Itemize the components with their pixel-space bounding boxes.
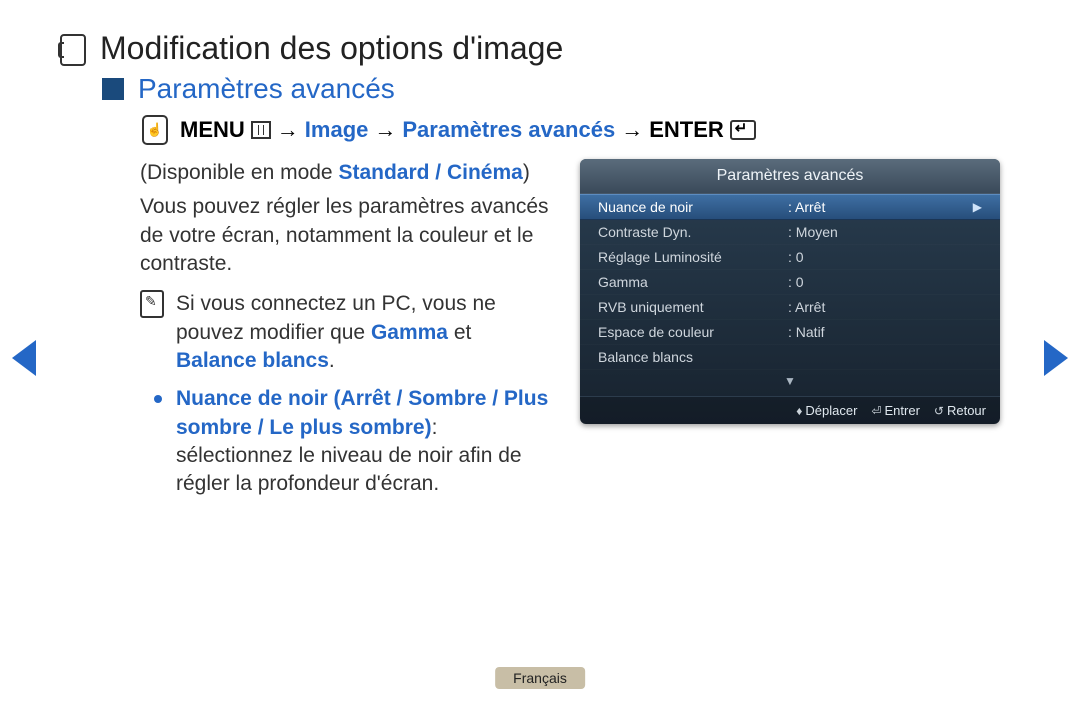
- osd-row-dyn-contrast[interactable]: Contraste Dyn. : Moyen: [580, 220, 1000, 245]
- manual-icon: [60, 34, 86, 66]
- mode-standard: Standard: [338, 161, 429, 184]
- option-description: Nuance de noir (Arrêt / Sombre / Plus so…: [176, 385, 550, 498]
- arrow-icon: →: [277, 117, 299, 143]
- osd-row-white-balance[interactable]: Balance blancs: [580, 345, 1000, 370]
- intro-paragraph: Vous pouvez régler les paramètres avancé…: [140, 193, 550, 278]
- arrow-icon: →: [374, 117, 396, 143]
- breadcrumb-image: Image: [305, 117, 369, 143]
- enter-glyph-icon: ⏎: [871, 404, 881, 418]
- option-title: Nuance de noir (Arrêt / Sombre / Plus so…: [176, 387, 548, 438]
- breadcrumb-advanced: Paramètres avancés: [402, 117, 615, 143]
- breadcrumb-menu: MENU: [180, 117, 245, 143]
- menu-button-icon: [251, 121, 271, 139]
- note-balance: Balance blancs: [176, 349, 329, 372]
- chevron-right-icon: ▶: [970, 200, 982, 214]
- osd-label: RVB uniquement: [598, 299, 788, 315]
- note-suffix: .: [329, 349, 335, 372]
- osd-footer: ♦Déplacer ⏎Entrer ↺Retour: [580, 396, 1000, 424]
- note-icon: [140, 290, 164, 318]
- option-text: sélectionnez le niveau de noir afin de r…: [176, 444, 522, 495]
- osd-value: : 0: [788, 274, 982, 290]
- section-bullet-icon: [102, 78, 124, 100]
- next-page-button[interactable]: [1044, 340, 1068, 376]
- osd-value: : Arrêt: [788, 299, 982, 315]
- breadcrumb-enter: ENTER: [649, 117, 724, 143]
- osd-label: Espace de couleur: [598, 324, 788, 340]
- osd-label: Contraste Dyn.: [598, 224, 788, 240]
- option-colon: :: [432, 416, 438, 439]
- updown-icon: ♦: [796, 404, 802, 418]
- enter-button-icon: [730, 120, 756, 140]
- osd-title: Paramètres avancés: [580, 159, 1000, 194]
- note-gamma: Gamma: [371, 321, 448, 344]
- section-subtitle: Paramètres avancés: [138, 73, 395, 105]
- scroll-down-icon[interactable]: ▼: [580, 370, 1000, 396]
- mode-cinema: Cinéma: [447, 161, 523, 184]
- osd-label: Nuance de noir: [598, 199, 788, 215]
- osd-label: Balance blancs: [598, 349, 788, 365]
- pc-note: Si vous connectez un PC, vous ne pouvez …: [176, 290, 550, 375]
- osd-row-gamma[interactable]: Gamma : 0: [580, 270, 1000, 295]
- footer-return: ↺Retour: [934, 403, 986, 418]
- arrow-icon: →: [621, 117, 643, 143]
- language-badge: Français: [495, 667, 585, 689]
- breadcrumb: ☝ MENU → Image → Paramètres avancés → EN…: [142, 115, 1000, 145]
- osd-row-brightness[interactable]: Réglage Luminosité : 0: [580, 245, 1000, 270]
- mode-availability: (Disponible en mode Standard / Cinéma): [140, 159, 550, 187]
- osd-value: : 0: [788, 249, 982, 265]
- footer-enter: ⏎Entrer: [871, 403, 919, 418]
- bullet-icon: [154, 395, 162, 403]
- mode-suffix: ): [523, 161, 530, 184]
- footer-move: ♦Déplacer: [796, 403, 857, 418]
- mode-sep: /: [429, 161, 447, 184]
- osd-value: : Arrêt: [788, 199, 970, 215]
- hand-icon: ☝: [142, 115, 168, 145]
- return-glyph-icon: ↺: [934, 404, 944, 418]
- mode-prefix: (Disponible en mode: [140, 161, 338, 184]
- note-join: et: [448, 321, 471, 344]
- osd-row-black-tone[interactable]: Nuance de noir : Arrêt ▶: [580, 194, 1000, 220]
- page-title: Modification des options d'image: [100, 30, 563, 67]
- osd-value: : Moyen: [788, 224, 982, 240]
- osd-value: : Natif: [788, 324, 982, 340]
- osd-row-rgb-only[interactable]: RVB uniquement : Arrêt: [580, 295, 1000, 320]
- prev-page-button[interactable]: [12, 340, 36, 376]
- osd-row-color-space[interactable]: Espace de couleur : Natif: [580, 320, 1000, 345]
- osd-label: Gamma: [598, 274, 788, 290]
- osd-label: Réglage Luminosité: [598, 249, 788, 265]
- osd-panel: Paramètres avancés Nuance de noir : Arrê…: [580, 159, 1000, 424]
